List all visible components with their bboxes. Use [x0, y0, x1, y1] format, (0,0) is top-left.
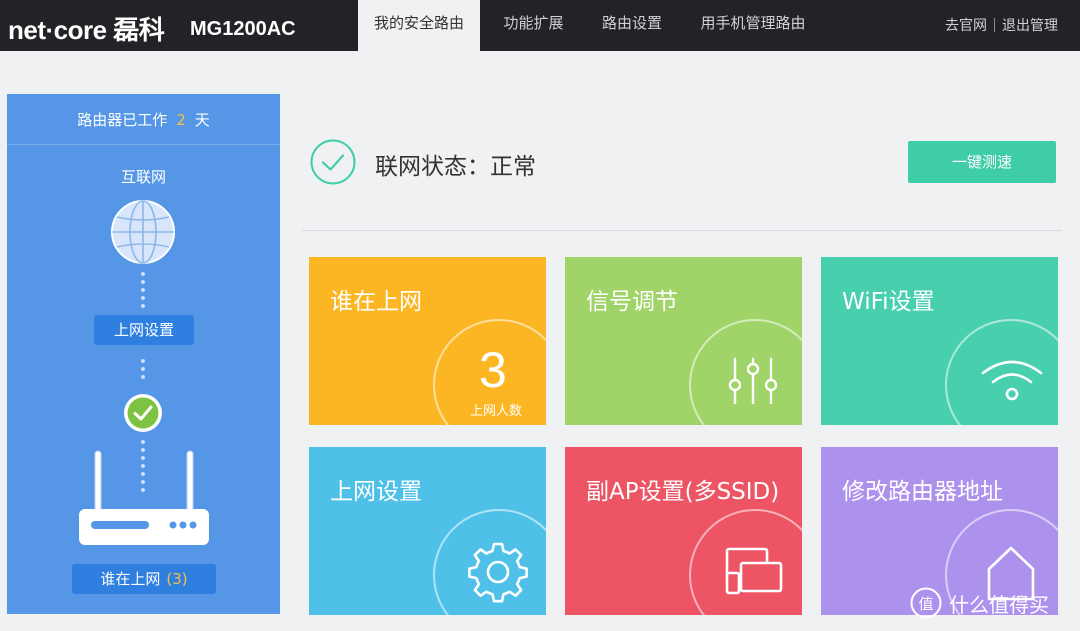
tile-title: 上网设置 [330, 479, 422, 505]
tile-title: WiFi设置 [842, 289, 935, 315]
router-overview-panel: 路由器已工作 2 天 互联网 上网设置 谁在上网 (3) [7, 94, 280, 614]
link-separator [994, 18, 995, 32]
gear-icon [468, 542, 528, 603]
tile-title: 修改路由器地址 [842, 479, 1003, 505]
site-watermark: 值 什么值得买 [910, 585, 1049, 621]
tile-wan-settings[interactable]: 上网设置 [309, 447, 546, 615]
connection-dots-middle [141, 359, 145, 383]
uptime-suffix: 天 [194, 111, 210, 129]
router-icon [79, 450, 209, 545]
router-model: MG1200AC [190, 18, 296, 40]
tile-sub-ap-ssid[interactable]: 副AP设置(多SSID) [565, 447, 802, 615]
connected-check-icon [124, 394, 162, 432]
uptime-display: 路由器已工作 2 天 [7, 94, 280, 145]
online-devices-count: 3 [479, 342, 507, 398]
tile-title: 谁在上网 [330, 289, 422, 315]
logout-link[interactable]: 退出管理 [1002, 18, 1058, 34]
connection-status-text: 联网状态：正常 [375, 154, 536, 180]
tile-signal-adjust[interactable]: 信号调节 [565, 257, 802, 425]
wan-settings-button[interactable]: 上网设置 [94, 315, 194, 345]
uptime-prefix: 路由器已工作 [77, 111, 168, 129]
top-navigation-bar: net·core 磊科 MG1200AC 我的安全路由 功能扩展 路由设置 用手… [0, 0, 1080, 51]
speed-test-button[interactable]: 一键测速 [908, 141, 1056, 183]
tab-router-settings[interactable]: 路由设置 [586, 0, 678, 51]
tab-feature-extensions[interactable]: 功能扩展 [486, 0, 581, 51]
sliders-icon [728, 357, 778, 405]
globe-icon [111, 200, 175, 264]
tile-wifi-settings[interactable]: WiFi设置 [821, 257, 1058, 425]
clients-label: 谁在上网 [100, 570, 161, 588]
clients-online-button[interactable]: 谁在上网 (3) [72, 564, 216, 594]
devices-icon [725, 547, 783, 595]
smzdm-logo-icon: 值 [910, 587, 942, 619]
clients-count: (3) [166, 570, 188, 588]
top-links: 去官网 退出管理 [945, 15, 1058, 35]
online-devices-label: 上网人数 [470, 404, 523, 419]
brand-logo: net·core 磊科 [8, 15, 165, 45]
internet-label: 互联网 [120, 168, 166, 186]
tile-title: 信号调节 [586, 289, 678, 315]
tab-mobile-management[interactable]: 用手机管理路由 [688, 0, 818, 51]
content-divider [302, 230, 1062, 231]
connection-dots-top [141, 272, 145, 312]
wifi-icon [981, 360, 1043, 401]
svg-text:值: 值 [918, 595, 933, 613]
tile-title: 副AP设置(多SSID) [586, 479, 780, 505]
uptime-days: 2 [176, 111, 186, 129]
status-ok-icon [310, 139, 356, 185]
tab-my-secure-router[interactable]: 我的安全路由 [358, 0, 480, 51]
official-site-link[interactable]: 去官网 [945, 18, 987, 34]
watermark-text: 什么值得买 [949, 592, 1049, 617]
tile-online-devices[interactable]: 谁在上网 3 上网人数 [309, 257, 546, 425]
